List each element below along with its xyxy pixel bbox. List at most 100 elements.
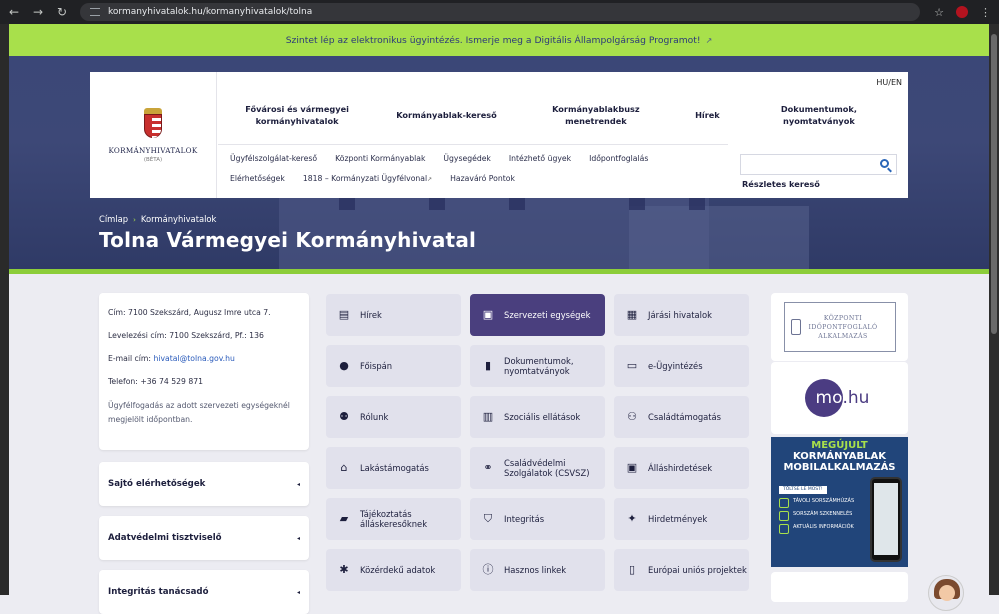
caret-icon: ◂ [296,480,300,488]
accordion-title: Integritás tanácsadó [108,587,209,597]
tile-3[interactable]: ▦ Járási hivatalok [614,294,749,336]
tile-12[interactable]: ▣ Álláshirdetések [614,447,749,489]
tile-label: Főispán [360,361,393,371]
banner-text[interactable]: Szintet lép az elektronikus ügyintézés. … [286,35,701,46]
address-label: Cím: [108,308,126,317]
search-input[interactable] [740,154,897,175]
search-icon[interactable] [880,159,889,168]
tile-icon: ✦ [627,512,637,525]
tile-2[interactable]: ▣ Szervezeti egységek [470,294,605,336]
site-header: KORMÁNYHIVATALOK (BÉTA) HU/EN Fővárosi é… [90,72,908,198]
tile-icon: ▣ [626,461,638,474]
main-nav: Fővárosi és vármegyei kormányhivatalok K… [218,86,908,144]
breadcrumb-separator-icon: › [133,216,136,224]
tile-10[interactable]: ⌂ Lakástámogatás [326,447,461,489]
address-bar[interactable]: kormanyhivatalok.hu/kormanyhivatalok/tol… [80,3,921,21]
subnav-hotline-label[interactable]: 1818 – Kormányzati Ügyfélvonal [303,174,427,183]
subnav-cases[interactable]: Intézhető ügyek [509,154,571,163]
contact-card: Cím: 7100 Szekszárd, Augusz Imre utca 7.… [99,293,309,450]
tile-icon: ▭ [626,359,638,372]
tile-6[interactable]: ▭ e-Ügyintézés [614,345,749,387]
phone-mockup-image [870,477,902,562]
download-button[interactable]: TÖLTSE LE MOST! [779,486,827,494]
scrollbar-thumb[interactable] [991,34,997,334]
window-decoration [339,196,355,210]
window-decoration [629,196,645,210]
profile-avatar[interactable] [956,6,968,18]
nav-item-offices[interactable]: Fővárosi és vármegyei kormányhivatalok [238,103,356,127]
mohu-banner[interactable]: mo .hu [771,362,908,434]
nav-item-window-finder[interactable]: Kormányablak-kereső [396,109,497,121]
accordion-integrity[interactable]: Integritás tanácsadó ◂ [99,570,309,614]
site-settings-icon[interactable] [90,8,100,16]
back-icon[interactable]: ← [8,5,20,19]
tile-icon: ▰ [339,512,349,525]
mobile-app-banner[interactable]: MEGÚJULT KORMÁNYABLAK MOBILALKALMAZÁS TÖ… [771,437,908,567]
email-link[interactable]: hivatal@tolna.gov.hu [153,354,234,363]
booking-app-logo: KÖZPONTI IDŐPONTFOGLALÓ ALKALMAZÁS [783,302,896,352]
breadcrumb-current[interactable]: Kormányhivatalok [141,214,217,224]
app-headline-1: MEGÚJULT [811,440,868,451]
tile-15[interactable]: ✦ Hirdetmények [614,498,749,540]
tile-4[interactable]: ● Főispán [326,345,461,387]
tile-label: Hasznos linkek [504,565,567,575]
tile-14[interactable]: ⛉ Integritás [470,498,605,540]
chat-assistant-avatar[interactable] [928,575,964,611]
site-logo[interactable]: KORMÁNYHIVATALOK (BÉTA) [90,72,217,198]
browser-toolbar: ← → ↻ kormanyhivatalok.hu/kormanyhivatal… [0,0,999,24]
phone-value: +36 74 529 871 [140,377,203,386]
logo-subtitle: (BÉTA) [143,156,163,163]
bookmark-star-icon[interactable]: ☆ [934,6,944,19]
accordion-title: Adatvédelmi tisztviselő [108,533,222,543]
tile-icon: ▥ [482,410,494,423]
subnav-contacts[interactable]: Elérhetőségek [230,174,285,183]
tile-18[interactable]: ▯ Európai uniós projektek [614,549,749,591]
tile-16[interactable]: ✱ Közérdekű adatok [326,549,461,591]
subnav-service-finder[interactable]: Ügyfélszolgálat-kereső [230,154,317,163]
forward-icon[interactable]: → [32,5,44,19]
tile-icon: ⛉ [483,512,493,525]
subnav-assistants[interactable]: Ügysegédek [443,154,490,163]
reload-icon[interactable]: ↻ [56,5,68,19]
postal-label: Levelezési cím: [108,331,167,340]
accordion-press[interactable]: Sajtó elérhetőségek ◂ [99,462,309,506]
app-feature-list: TÖLTSE LE MOST! TÁVOLI SORSZÁMHÚZÁS SORS… [779,485,864,536]
scrollbar[interactable] [989,24,999,595]
tile-11[interactable]: ⚭ Családvédelmi Szolgálatok (CSVSZ) [470,447,605,489]
tile-label: Európai uniós projektek [648,565,747,575]
accordion-data-protection[interactable]: Adatvédelmi tisztviselő ◂ [99,516,309,560]
tile-label: Rólunk [360,412,389,422]
subnav-booking[interactable]: Időpontfoglalás [589,154,648,163]
tile-13[interactable]: ▰ Tájékoztatás álláskeresőknek [326,498,461,540]
booking-line: IDŐPONTFOGLALÓ [808,323,878,331]
booking-line: ALKALMAZÁS [818,332,868,340]
nav-item-news[interactable]: Hírek [695,109,720,121]
caret-icon: ◂ [296,588,300,596]
tile-9[interactable]: ⚇ Családtámogatás [614,396,749,438]
booking-app-banner[interactable]: KÖZPONTI IDŐPONTFOGLALÓ ALKALMAZÁS [771,293,908,361]
tile-1[interactable]: ▤ Hírek [326,294,461,336]
browser-menu-icon[interactable]: ⋮ [980,6,991,19]
tile-icon: ⚇ [627,410,637,423]
tile-17[interactable]: ⓘ Hasznos linkek [470,549,605,591]
advanced-search-link[interactable]: Részletes kereső [742,179,820,189]
partial-banner[interactable] [771,572,908,602]
subnav-hotline[interactable]: 1818 – Kormányzati Ügyfélvonal↗ [303,174,432,183]
tile-icon: ▯ [628,563,636,576]
tile-icon: ✱ [339,563,349,576]
tile-label: Álláshirdetések [648,463,713,473]
nav-item-bus-schedule[interactable]: Kormányablakbusz menetrendek [537,103,655,127]
nav-item-documents[interactable]: Dokumentumok, nyomtatványok [760,103,878,127]
page-title: Tolna Vármegyei Kormányhivatal [99,228,477,252]
tile-5[interactable]: ▮ Dokumentumok, nyomtatványok [470,345,605,387]
window-decoration [689,196,705,210]
breadcrumb-home[interactable]: Címlap [99,214,128,224]
subnav-home-points[interactable]: Hazaváró Pontok [450,174,515,183]
tile-8[interactable]: ▥ Szociális ellátások [470,396,605,438]
address-value: 7100 Szekszárd, Augusz Imre utca 7. [128,308,271,317]
subnav-central-window[interactable]: Központi Kormányablak [335,154,425,163]
promo-banner[interactable]: Szintet lép az elektronikus ügyintézés. … [9,24,989,56]
tile-label: Hírek [360,310,382,320]
tile-7[interactable]: ⚉ Rólunk [326,396,461,438]
tile-label: Közérdekű adatok [360,565,436,575]
